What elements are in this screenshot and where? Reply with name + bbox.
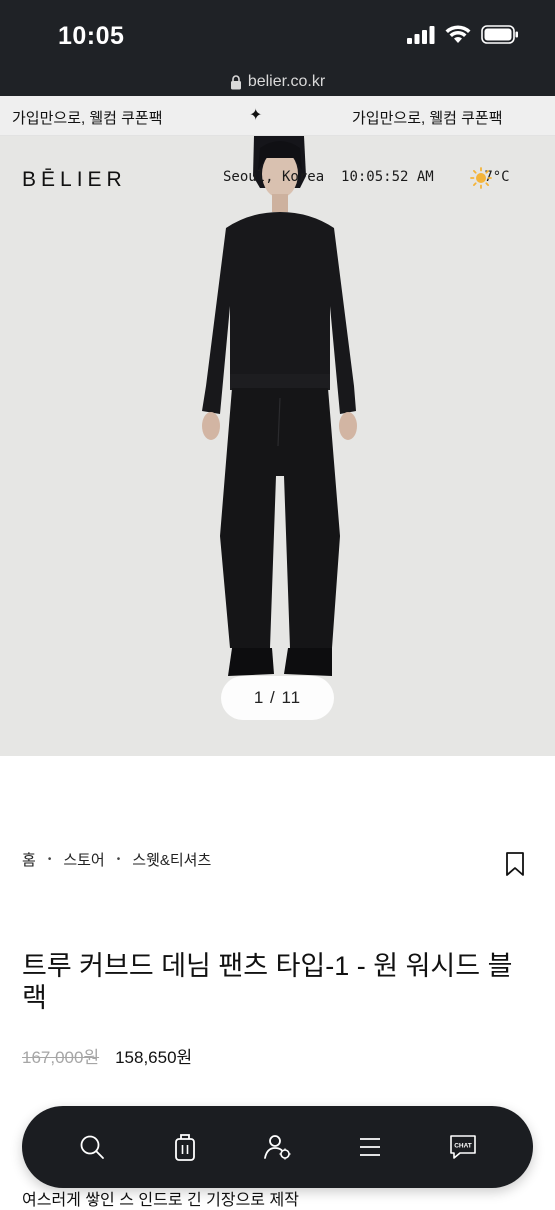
breadcrumb-home[interactable]: 홈 <box>22 849 36 870</box>
cart-button[interactable] <box>163 1125 207 1169</box>
status-bar: 10:05 <box>0 0 555 68</box>
status-icons <box>407 25 519 44</box>
sale-price: 158,650원 <box>115 1048 193 1067</box>
product-gallery[interactable]: BĒLIER Seoul, Korea 10:05:52 AM -7°C 1 /… <box>0 136 555 756</box>
battery-icon <box>481 25 518 44</box>
signal-icon <box>407 25 435 44</box>
sun-icon <box>470 167 492 189</box>
bag-icon <box>174 1134 195 1161</box>
url-text: belier.co.kr <box>247 73 326 90</box>
product-title: 트루 커브드 데님 팬츠 타입-1 - 원 워시드 블랙 <box>22 951 513 1013</box>
promo-text: 가입만으로, 웰컴 쿠폰팩 <box>352 110 503 127</box>
brand-logo[interactable]: BĒLIER <box>22 168 127 192</box>
chat-button[interactable]: CHAT <box>441 1125 485 1169</box>
breadcrumb-store[interactable]: 스토어 <box>63 849 104 870</box>
original-price: 167,000원 <box>22 1048 100 1067</box>
bottom-nav: CHAT <box>22 1106 533 1188</box>
breadcrumb: 홈 • 스토어 • 스웻&티셔츠 <box>22 849 211 870</box>
status-time: 10:05 <box>58 22 125 50</box>
gallery-pager: 1 / 11 <box>221 676 334 720</box>
menu-icon <box>360 1138 381 1156</box>
product-description: 여스러게 쌓인 스 인드로 긴 기장으로 제작 <box>22 1192 299 1209</box>
bookmark-icon[interactable] <box>504 851 526 877</box>
user-icon <box>264 1135 291 1160</box>
chat-label: CHAT <box>454 1143 472 1150</box>
wifi-icon <box>445 25 471 43</box>
breadcrumb-category[interactable]: 스웻&티셔츠 <box>132 849 211 870</box>
product-image <box>202 136 357 676</box>
promo-banner[interactable]: 가입만으로, 웰컴 쿠폰팩 ✦ 가입만으로, 웰컴 쿠폰팩 <box>0 96 555 136</box>
lock-icon <box>230 74 241 89</box>
clock-label: 10:05:52 AM <box>341 169 434 185</box>
header-info: Seoul, Korea 10:05:52 AM -7°C <box>223 169 510 185</box>
chat-icon: CHAT <box>449 1135 476 1159</box>
breadcrumb-separator: • <box>116 854 121 865</box>
price-row: 167,000원 158,650원 <box>22 1043 192 1068</box>
city-label: Seoul, Korea <box>223 169 325 185</box>
promo-text: 가입만으로, 웰컴 쿠폰팩 <box>12 110 163 127</box>
promo-separator: ✦ <box>249 107 263 124</box>
search-icon <box>80 1135 105 1159</box>
account-button[interactable] <box>255 1125 299 1169</box>
breadcrumb-separator: • <box>47 854 52 865</box>
menu-button[interactable] <box>348 1125 392 1169</box>
url-bar[interactable]: belier.co.kr <box>0 68 555 96</box>
search-button[interactable] <box>70 1125 114 1169</box>
